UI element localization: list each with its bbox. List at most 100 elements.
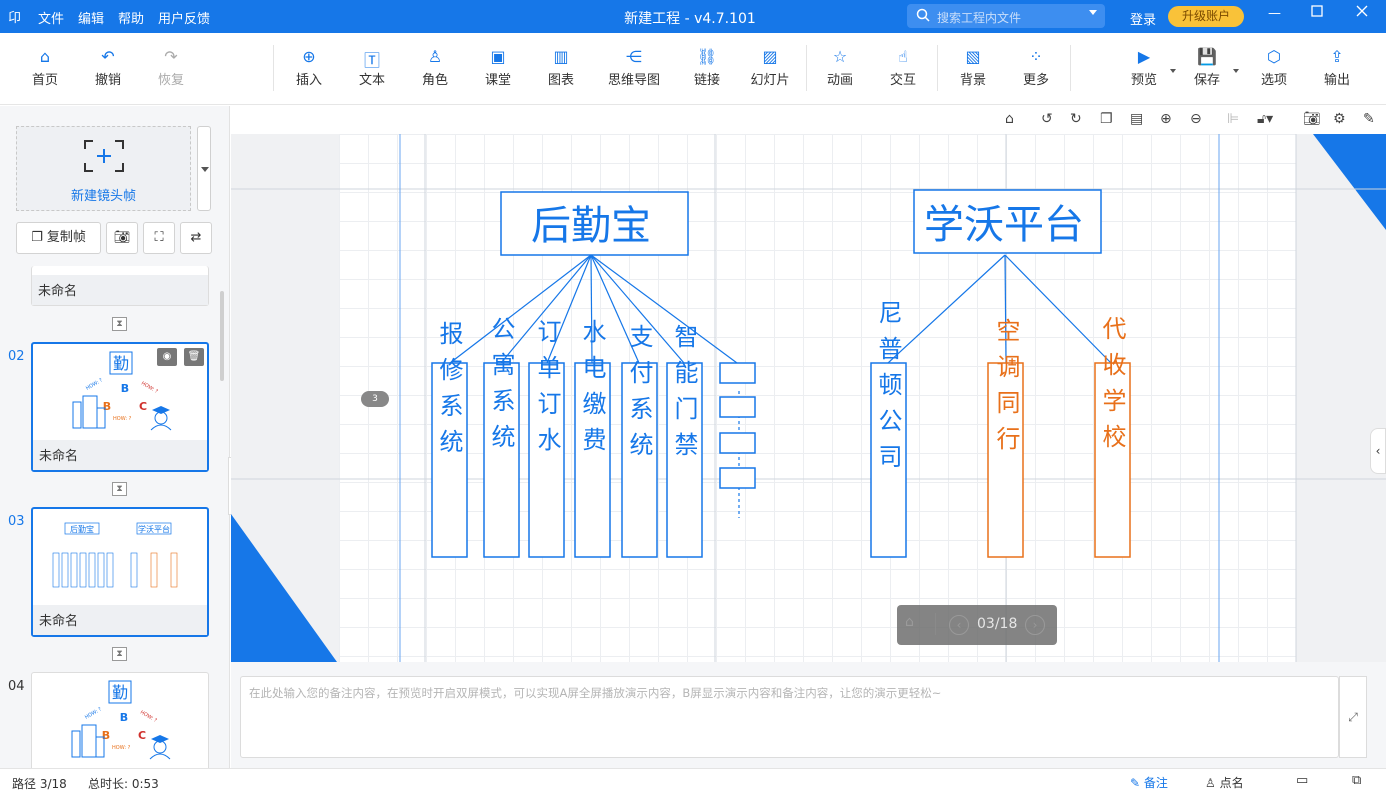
child-label: 尼普顿公司 [874, 300, 902, 480]
slide-thumbnail[interactable]: 勤 B B C HOW: ? HOW: ? HOW: ? ◉ 🗑︎ 未命名 [31, 342, 209, 472]
search-input[interactable]: 搜索工程内文件 [907, 4, 1105, 28]
switch-button[interactable]: ⇄ [180, 222, 212, 254]
export-button[interactable]: ⇪ 输出 [1309, 47, 1365, 88]
interact-button[interactable]: ☝ 交互 [875, 47, 931, 88]
copy-frame-button[interactable]: ❐ 复制帧 [16, 222, 101, 254]
toolbar-divider [273, 45, 274, 91]
mindmap-diagram: 后勤宝 学沃平台 报修系统 公寓系统 订单订水 水电缴费 支付系统 智能门禁 尼… [431, 189, 1131, 558]
visibility-icon[interactable]: ◉ [157, 348, 177, 366]
total-duration: 总时长: 0:53 [88, 777, 159, 791]
svg-text:HOW: ?: HOW: ? [139, 710, 158, 725]
slide-name: 未命名 [39, 614, 79, 629]
image-icon: ▨ [762, 47, 778, 66]
svg-text:HOW: ?: HOW: ? [113, 416, 132, 422]
svg-text:B: B [120, 711, 128, 724]
class-button[interactable]: ▣ 课堂 [470, 47, 526, 88]
menu-file[interactable]: 文件 [38, 8, 64, 27]
role-button[interactable]: ♙ 角色 [407, 47, 463, 88]
canvas-area[interactable]: ⌂ ↺ ↻ ❐ ▤ ⊕ ⊖ ⊫ 🔓︎▾ 📷︎ ⚙ ✎ 后勤宝 学沃平台 报修系统… [231, 106, 1386, 662]
menu-feedback[interactable]: 用户反馈 [158, 8, 210, 27]
maximize-icon[interactable] [1311, 5, 1323, 21]
svg-text:HOW: ?: HOW: ? [84, 706, 103, 721]
new-frame-dropdown[interactable] [197, 126, 211, 211]
frame-indicator[interactable]: 3 [361, 391, 389, 407]
save-button[interactable]: 💾 保存 [1179, 47, 1239, 88]
mindmap-button[interactable]: ⋲ 思维导图 [600, 47, 668, 88]
background-button[interactable]: ▧ 背景 [945, 47, 1001, 88]
svg-text:勤: 勤 [113, 354, 129, 373]
hand-icon: ☝ [898, 47, 908, 66]
main-toolbar: ⌂ 首页 ↶ 撤销 ↷ 恢复 ⊕ 插入 🅃 文本 ♙ 角色 ▣ 课堂 ▥ 图表 ⋲ 思维导图 ⛓ 链… [0, 33, 1386, 105]
notes-textarea[interactable]: 在此处输入您的备注内容，在预览时开启双屏模式，可以实现A屏全屏播放演示内容，B屏… [240, 676, 1339, 758]
transition-icon[interactable]: ⧗ [112, 482, 127, 496]
preview-button[interactable]: ▶ 预览 [1116, 47, 1176, 88]
person-icon: ♙ [427, 47, 443, 66]
edit-icon: ✎ [1130, 776, 1144, 790]
frame-fit-button[interactable]: ⛶ [143, 222, 175, 254]
notes-toggle[interactable]: ✎ 备注 [1130, 774, 1168, 791]
next-page-icon[interactable]: › [1025, 615, 1045, 635]
home-icon[interactable]: ⌂ [905, 614, 914, 630]
chart-button[interactable]: ▥ 图表 [533, 47, 589, 88]
close-icon[interactable] [1356, 5, 1368, 21]
svg-text:B: B [103, 400, 111, 413]
collapse-right-panel-button[interactable]: ‹ [1370, 428, 1386, 474]
trash-icon[interactable]: 🗑︎ [184, 348, 204, 366]
slide-thumbnail[interactable]: 未命名 [31, 266, 209, 306]
svg-text:勤: 勤 [112, 683, 128, 702]
menu-edit[interactable]: 编辑 [78, 8, 104, 27]
slide-preview: 后勤宝 学沃平台 [52, 522, 178, 588]
switch-icon: ⇄ [190, 230, 202, 245]
camera-button[interactable]: 📷︎ [106, 222, 138, 254]
screen-icon[interactable]: ▭ [1296, 773, 1308, 788]
child-label: 订单订水 [533, 319, 561, 463]
svg-text:HOW: ?: HOW: ? [140, 381, 159, 396]
new-frame-button[interactable]: 新建镜头帧 [16, 126, 191, 211]
text-icon: 🅃 [363, 51, 380, 70]
upgrade-button[interactable]: 升级账户 [1168, 6, 1244, 27]
undo-button[interactable]: ↶ 撤销 [80, 47, 136, 88]
expand-icon[interactable]: ⤢ [1339, 676, 1367, 758]
chevron-down-icon[interactable] [1170, 69, 1176, 73]
placeholder-node [719, 432, 756, 454]
sidebar-scrollbar[interactable] [220, 291, 224, 381]
login-button[interactable]: 登录 [1130, 9, 1156, 28]
transition-icon[interactable]: ⧗ [112, 647, 127, 661]
background-icon: ▧ [965, 47, 981, 66]
animation-button[interactable]: ☆ 动画 [812, 47, 868, 88]
minimize-icon[interactable]: — [1268, 6, 1281, 21]
camera-icon: 📷︎ [113, 230, 131, 245]
child-label: 空调同行 [992, 318, 1020, 462]
home-button[interactable]: ⌂ 首页 [17, 47, 73, 88]
svg-text:B: B [102, 729, 110, 742]
play-icon: ▶ [1137, 47, 1151, 66]
text-button[interactable]: 🅃 文本 [344, 47, 400, 88]
frame-add-icon [84, 140, 124, 172]
notes-panel: 在此处输入您的备注内容，在预览时开启双屏模式，可以实现A屏全屏播放演示内容，B屏… [231, 662, 1386, 768]
path-indicator: 路径 3/18 [12, 777, 67, 791]
link-icon: ⛓ [696, 47, 718, 66]
insert-button[interactable]: ⊕ 插入 [281, 47, 337, 88]
menu-help[interactable]: 帮助 [118, 8, 144, 27]
prev-page-icon[interactable]: ‹ [949, 615, 969, 635]
plus-circle-icon: ⊕ [302, 47, 316, 66]
classroom-icon: ▣ [490, 47, 506, 66]
child-label: 代收学校 [1098, 316, 1126, 460]
settings-icon: ⬡ [1267, 47, 1281, 66]
slide-thumbnail[interactable]: 后勤宝 学沃平台 未命名 [31, 507, 209, 637]
rollcall-button[interactable]: ♙ 点名 [1205, 774, 1244, 791]
redo-button[interactable]: ↷ 恢复 [143, 47, 199, 88]
options-button[interactable]: ⬡ 选项 [1246, 47, 1302, 88]
slide-sidebar: 新建镜头帧 ❐ 复制帧 📷︎ ⛶ ⇄ 未命名 ⧗ 02 勤 B B C HOW:… [0, 106, 230, 768]
slideshow-button[interactable]: ▨ 幻灯片 [742, 47, 798, 88]
link-button[interactable]: ⛓ 链接 [679, 47, 735, 88]
svg-text:HOW: ?: HOW: ? [112, 745, 131, 751]
window-icon[interactable]: ⧉ [1352, 773, 1361, 788]
slide-thumbnail[interactable]: 勤 B B C HOW: ? HOW: ? HOW: ? [31, 672, 209, 768]
chevron-down-icon[interactable] [1233, 69, 1239, 73]
child-label: 智能门禁 [670, 324, 698, 468]
chevron-down-icon[interactable] [1089, 10, 1097, 15]
svg-text:后勤宝: 后勤宝 [70, 524, 94, 534]
transition-icon[interactable]: ⧗ [112, 317, 127, 331]
more-button[interactable]: ⁘ 更多 [1008, 47, 1064, 88]
